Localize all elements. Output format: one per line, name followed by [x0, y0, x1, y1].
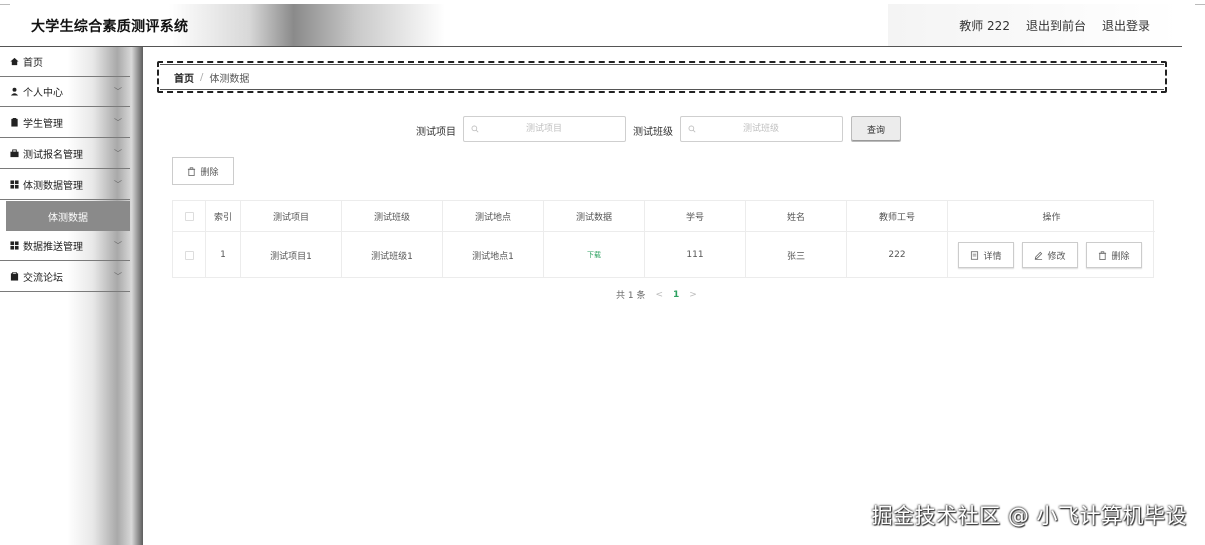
exit-front-link[interactable]: 退出到前台 [1026, 17, 1086, 34]
top-bar-divider [0, 46, 1182, 47]
sidebar-item-personal[interactable]: 个人中心 ﹀ [0, 77, 130, 107]
cell-test-item: 测试项目1 [241, 232, 342, 278]
table-row: 1 测试项目1 测试班级1 测试地点1 下载 111 张三 222 详情 修改 … [173, 232, 1155, 278]
cell-test-data: 下载 [544, 232, 645, 278]
document-icon [971, 250, 979, 260]
test-item-label: 测试项目 [416, 127, 456, 138]
header-cell: 测试数据 [544, 201, 645, 232]
top-links: 教师 222 退出到前台 退出登录 [959, 17, 1150, 34]
row-select-cell[interactable] [173, 232, 206, 278]
grid-icon [10, 180, 19, 189]
select-all-checkbox[interactable] [184, 212, 194, 221]
query-button[interactable]: 查询 [851, 116, 901, 142]
pagination: 共 1 条 < 1 > [616, 288, 697, 302]
chevron-down-icon: ﹀ [114, 272, 122, 281]
header-cell: 测试班级 [342, 201, 443, 232]
breadcrumb-current: 体测数据 [209, 73, 250, 85]
batch-delete-button[interactable]: 删除 [172, 157, 234, 185]
download-link[interactable]: 下载 [587, 250, 601, 260]
logout-link[interactable]: 退出登录 [1102, 17, 1150, 34]
chevron-down-icon: ﹀ [114, 118, 122, 127]
app-title: 大学生综合素质测评系统 [31, 19, 189, 35]
sidebar-item-label: 首页 [23, 58, 43, 69]
top-bar: 大学生综合素质测评系统 教师 222 退出到前台 退出登录 [0, 0, 1205, 47]
cell-index: 1 [206, 232, 241, 278]
clipboard-icon [10, 272, 19, 281]
sidebar-item-label: 体测数据管理 [23, 181, 83, 192]
header-select-all[interactable] [173, 201, 206, 232]
user-label: 教师 222 [959, 19, 1010, 33]
breadcrumb: 首页 / 体测数据 [160, 64, 1164, 90]
header-cell: 学号 [645, 201, 746, 232]
chevron-down-icon: ﹀ [114, 180, 122, 189]
batch-delete-label: 删除 [200, 167, 219, 178]
grid-icon [10, 241, 19, 250]
next-page-button[interactable]: > [689, 290, 697, 300]
sidebar-item-registration[interactable]: 测试报名管理 ﹀ [0, 139, 130, 169]
cell-test-class: 测试班级1 [342, 232, 443, 278]
table-header-row: 索引 测试项目 测试班级 测试地点 测试数据 学号 姓名 教师工号 操作 [173, 201, 1155, 232]
header-cell: 测试项目 [241, 201, 342, 232]
briefcase-icon [10, 149, 19, 158]
cell-student-no: 111 [645, 232, 746, 278]
row-checkbox[interactable] [184, 250, 194, 260]
data-table: 索引 测试项目 测试班级 测试地点 测试数据 学号 姓名 教师工号 操作 1 测… [172, 200, 1155, 278]
edit-button[interactable]: 修改 [1022, 242, 1078, 268]
search-icon [688, 125, 696, 133]
corner-mark-right [1195, 4, 1205, 5]
trash-icon [1099, 250, 1107, 260]
sidebar-item-students[interactable]: 学生管理 ﹀ [0, 108, 130, 138]
cell-teacher-no: 222 [847, 232, 948, 278]
cell-name: 张三 [746, 232, 847, 278]
trash-icon [188, 166, 196, 176]
cell-test-place: 测试地点1 [443, 232, 544, 278]
header-cell: 姓名 [746, 201, 847, 232]
user-icon [10, 87, 19, 96]
test-class-input[interactable] [680, 116, 843, 142]
header-cell: 索引 [206, 201, 241, 232]
sidebar-item-label: 学生管理 [23, 119, 63, 130]
sidebar-item-forum[interactable]: 交流论坛 ﹀ [0, 262, 130, 292]
detail-label: 详情 [983, 251, 1002, 262]
document-icon [11, 118, 18, 127]
sidebar: 首页 个人中心 ﹀ 学生管理 ﹀ 测试报名管理 ﹀ 体测数据管理 ﹀ 体测数据 … [0, 47, 143, 545]
edit-label: 修改 [1047, 251, 1066, 262]
corner-mark-left [0, 4, 10, 5]
breadcrumb-home[interactable]: 首页 [174, 70, 194, 85]
test-class-label: 测试班级 [633, 127, 673, 138]
header-cell: 测试地点 [443, 201, 544, 232]
chevron-down-icon: ﹀ [114, 241, 122, 250]
sidebar-item-label: 数据推送管理 [23, 242, 83, 253]
prev-page-button[interactable]: < [655, 290, 663, 300]
sidebar-item-label: 个人中心 [23, 88, 63, 99]
search-icon [471, 125, 479, 133]
sidebar-item-home[interactable]: 首页 [0, 47, 130, 77]
sidebar-item-data-push[interactable]: 数据推送管理 ﹀ [0, 231, 130, 261]
header-cell: 操作 [1042, 213, 1061, 223]
chevron-down-icon: ﹀ [114, 87, 122, 96]
chevron-down-icon: ﹀ [114, 149, 122, 158]
home-icon [10, 57, 19, 66]
sidebar-item-physical-data[interactable]: 体测数据管理 ﹀ [0, 170, 130, 200]
sidebar-item-label: 交流论坛 [23, 273, 63, 284]
header-cell: 教师工号 [847, 201, 948, 232]
detail-button[interactable]: 详情 [958, 242, 1014, 268]
pagination-total: 共 1 条 [616, 291, 646, 301]
page-number-current[interactable]: 1 [673, 290, 679, 300]
delete-label: 删除 [1111, 251, 1130, 262]
test-item-input[interactable] [463, 116, 626, 142]
cell-actions: 详情 修改 删除 [948, 232, 1155, 278]
sidebar-subitem-physical-data[interactable]: 体测数据 [6, 201, 130, 231]
edit-icon [1035, 251, 1043, 260]
watermark: 掘金技术社区 @ 小飞计算机毕设 [871, 504, 1187, 528]
delete-button[interactable]: 删除 [1086, 242, 1142, 268]
sidebar-item-label: 测试报名管理 [23, 150, 83, 161]
breadcrumb-separator: / [200, 71, 204, 83]
